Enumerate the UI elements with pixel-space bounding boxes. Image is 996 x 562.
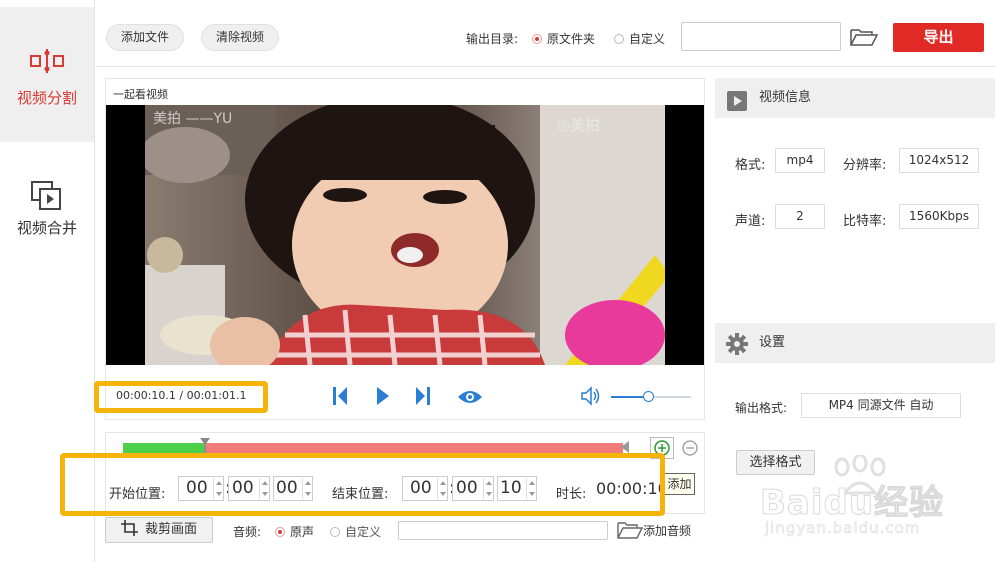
channel-value: 2 xyxy=(775,204,825,229)
radio-label: 自定义 xyxy=(345,525,382,539)
video-title: 一起看视频 xyxy=(113,88,168,101)
next-frame-icon[interactable] xyxy=(414,386,432,409)
timeline-range[interactable] xyxy=(205,443,623,453)
radio-icon xyxy=(330,527,340,537)
audio-path-input[interactable] xyxy=(398,521,608,540)
volume-slider-thumb[interactable] xyxy=(643,391,654,402)
add-file-button[interactable]: 添加文件 xyxy=(106,24,184,51)
split-icon xyxy=(30,49,64,76)
output-custom-radio[interactable]: 自定义 xyxy=(614,30,665,47)
baidu-brand: Baidu经验 xyxy=(759,483,945,524)
add-audio-button[interactable]: 添加音频 xyxy=(617,521,691,542)
resolution-label: 分辨率: xyxy=(843,158,887,173)
folder-icon xyxy=(617,521,644,542)
trim-highlight xyxy=(60,453,665,516)
remove-segment-icon[interactable] xyxy=(681,439,699,460)
output-format-value[interactable]: MP4 同源文件 自动 xyxy=(801,393,961,418)
preview-eye-icon[interactable] xyxy=(457,389,483,408)
volume-slider[interactable] xyxy=(611,391,691,402)
format-value: mp4 xyxy=(775,148,825,173)
output-dir-label: 输出目录: xyxy=(466,32,519,46)
format-label: 格式: xyxy=(735,158,766,173)
volume-icon[interactable] xyxy=(580,386,602,409)
export-button[interactable]: 导出 xyxy=(893,23,984,52)
channel-label: 声道: xyxy=(735,214,766,229)
audio-label: 音频: xyxy=(233,525,262,539)
settings-header: 设置 xyxy=(715,323,995,363)
play-box-icon xyxy=(727,88,747,128)
output-format-label: 输出格式: xyxy=(735,401,788,415)
radio-icon xyxy=(275,527,285,537)
radio-icon xyxy=(614,34,624,44)
audio-original-radio[interactable]: 原声 xyxy=(275,523,314,540)
gear-icon xyxy=(726,332,748,372)
output-dir-input[interactable] xyxy=(681,22,841,51)
radio-label: 原文件夹 xyxy=(547,32,596,46)
audio-custom-radio[interactable]: 自定义 xyxy=(330,523,381,540)
folder-icon[interactable] xyxy=(850,27,879,50)
video-info-header: 视频信息 xyxy=(715,78,995,118)
clear-video-button[interactable]: 清除视频 xyxy=(201,24,279,51)
video-watermark-left: 美拍 ——YU xyxy=(153,111,232,127)
bitrate-label: 比特率: xyxy=(843,214,887,229)
bitrate-value: 1560Kbps xyxy=(899,204,979,229)
timeline-played xyxy=(123,443,205,453)
sidebar-item-video-merge[interactable]: 视频合并 xyxy=(0,143,94,273)
time-highlight xyxy=(94,381,268,413)
sidebar-item-label: 视频分割 xyxy=(16,89,77,107)
baidu-watermark: Baidu经验 jingyan.baidu.com xyxy=(759,455,990,555)
crop-button[interactable]: 裁剪画面 xyxy=(105,517,213,543)
tooltip: 添加 xyxy=(664,473,695,495)
crop-icon xyxy=(120,520,139,545)
add-audio-label: 添加音频 xyxy=(643,524,692,538)
prev-frame-icon[interactable] xyxy=(331,386,349,409)
video-info-title: 视频信息 xyxy=(759,90,812,105)
resolution-value: 1024x512 xyxy=(899,148,979,173)
merge-icon xyxy=(30,181,64,214)
sidebar-item-label: 视频合并 xyxy=(16,219,77,237)
radio-icon xyxy=(532,34,542,44)
video-frame: 美拍 ——YU ◎美拍 xyxy=(145,105,665,365)
radio-label: 原声 xyxy=(290,525,315,539)
baidu-url: jingyan.baidu.com xyxy=(765,519,921,538)
video-watermark-right: ◎美拍 xyxy=(557,116,600,134)
crop-label: 裁剪画面 xyxy=(144,522,197,537)
play-icon[interactable] xyxy=(376,386,390,409)
settings-title: 设置 xyxy=(759,335,786,350)
output-source-radio[interactable]: 原文件夹 xyxy=(532,30,595,47)
sidebar-item-video-split[interactable]: 视频分割 xyxy=(0,7,94,142)
radio-label: 自定义 xyxy=(629,32,666,46)
